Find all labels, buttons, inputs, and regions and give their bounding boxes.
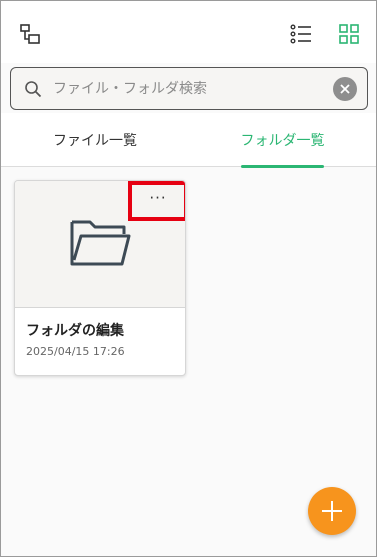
tab-file-list[interactable]: ファイル一覧	[1, 113, 189, 167]
app-frame: ファイル一覧 フォルダ一覧 ··· フォルダの編集 2025/04/15 17:…	[0, 0, 377, 557]
search-input[interactable]	[53, 76, 323, 102]
tab-folder-list[interactable]: フォルダ一覧	[189, 113, 376, 168]
search-icon	[24, 80, 42, 102]
list-view-icon[interactable]	[286, 19, 316, 49]
search-bar	[10, 67, 368, 110]
folder-card[interactable]: ··· フォルダの編集 2025/04/15 17:26	[14, 180, 186, 376]
tab-folder-list-label: フォルダ一覧	[240, 133, 325, 149]
tab-file-list-label: ファイル一覧	[53, 133, 137, 149]
more-options-label: ···	[149, 189, 167, 207]
folder-tree-icon[interactable]	[15, 19, 45, 49]
folder-icon	[70, 220, 131, 266]
top-toolbar	[1, 1, 376, 63]
close-icon	[340, 84, 350, 94]
folder-date: 2025/04/15 17:26	[26, 345, 125, 358]
add-button[interactable]	[308, 487, 356, 535]
more-options-button[interactable]: ···	[128, 181, 185, 221]
active-tab-indicator	[241, 165, 324, 168]
view-tabs: ファイル一覧 フォルダ一覧	[1, 113, 376, 168]
clear-search-button[interactable]	[333, 77, 357, 101]
folder-name: フォルダの編集	[26, 323, 124, 339]
plus-icon	[322, 501, 342, 521]
grid-view-icon[interactable]	[334, 19, 364, 49]
